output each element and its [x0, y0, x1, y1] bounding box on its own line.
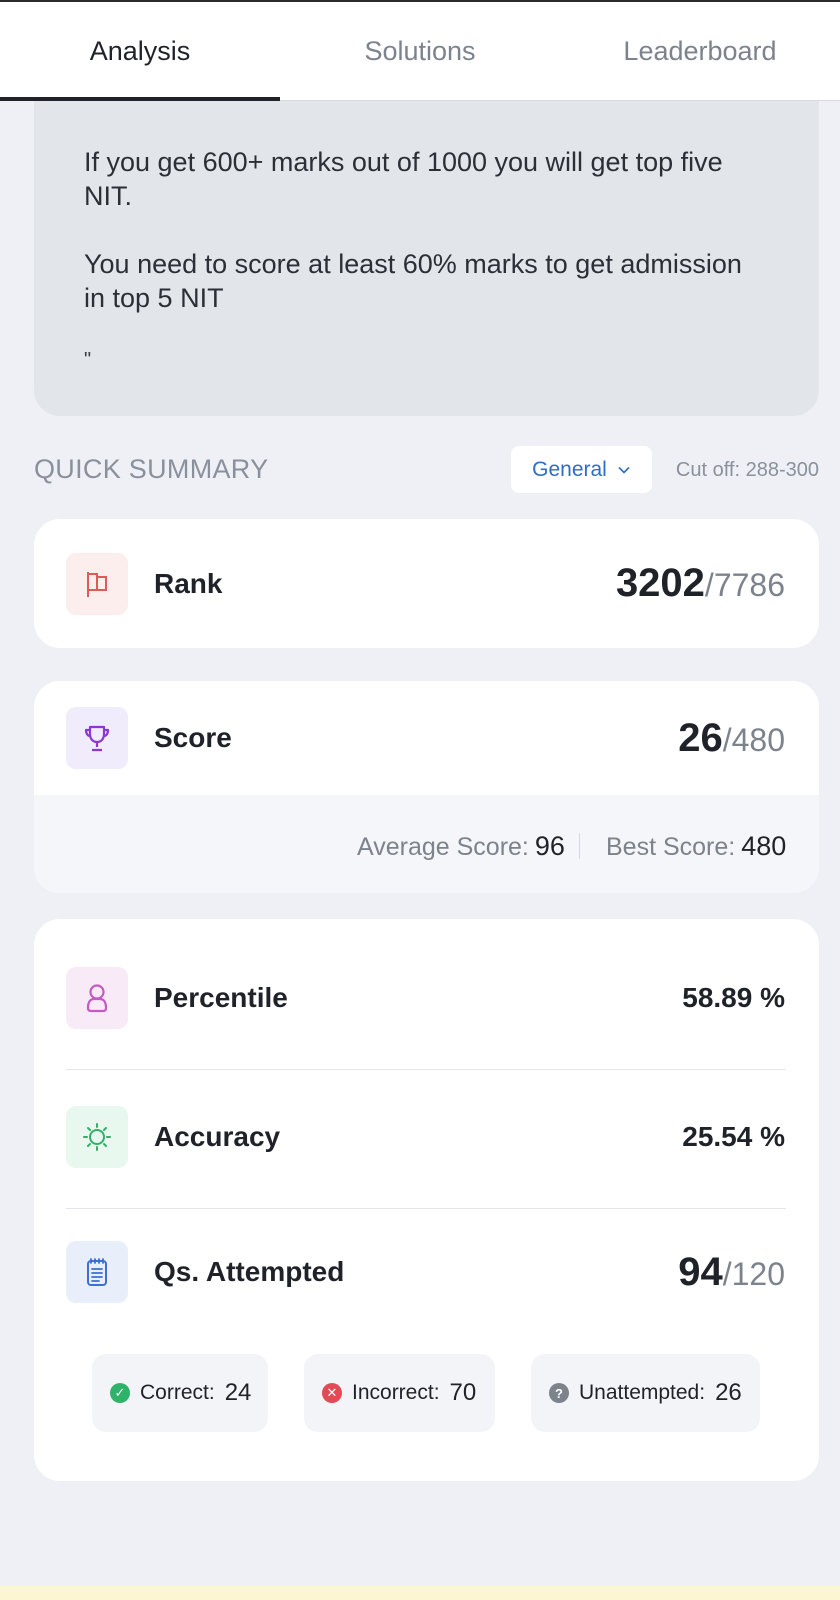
sun-icon — [66, 1106, 128, 1168]
tab-analysis[interactable]: Analysis — [0, 2, 280, 101]
divider — [66, 1208, 786, 1209]
summary-header: QUICK SUMMARY General Cut off: 288-300 — [34, 446, 819, 494]
category-dropdown[interactable]: General — [511, 446, 652, 493]
incorrect-value: 70 — [449, 1379, 477, 1406]
accuracy-label: Accuracy — [154, 1121, 281, 1152]
attempted-value: 94/120 — [678, 1249, 785, 1294]
best-score: Best Score: 480 — [606, 831, 787, 861]
summary-title: QUICK SUMMARY — [34, 454, 269, 484]
correct-label: Correct: — [140, 1381, 215, 1404]
score-card: Score 26/480 Average Score: 96 Best Score… — [34, 681, 819, 893]
score-value: 26/480 — [678, 715, 785, 760]
note-line-2: You need to score at least 60% marks to … — [84, 249, 742, 313]
rank-value: 3202/7786 — [615, 561, 785, 605]
trophy-icon — [66, 707, 128, 769]
chevron-down-icon — [618, 466, 630, 474]
category-value: General — [532, 457, 607, 481]
unattempted-value: 26 — [715, 1379, 742, 1406]
question-icon: ? — [549, 1383, 569, 1403]
tab-leaderboard[interactable]: Leaderboard — [560, 2, 840, 100]
check-icon: ✓ — [110, 1383, 130, 1403]
percentile-label: Percentile — [154, 982, 288, 1013]
cutoff-text: Cut off: 288-300 — [675, 459, 819, 481]
user-icon — [66, 967, 128, 1029]
average-score: Average Score: 96 — [357, 831, 565, 861]
bottom-strip — [0, 1586, 840, 1600]
cross-icon: ✕ — [322, 1383, 342, 1403]
tab-solutions[interactable]: Solutions — [280, 2, 560, 100]
flag-icon — [66, 552, 128, 615]
note-line-1: If you get 600+ marks out of 1000 you wi… — [84, 147, 723, 211]
attempted-row: Qs. Attempted 94/120 — [34, 1241, 819, 1303]
note-quote: " — [84, 349, 92, 371]
rank-card: Rank 3202/7786 — [34, 519, 819, 648]
correct-value: 24 — [224, 1379, 252, 1406]
incorrect-pill: ✕ Incorrect: 70 — [304, 1354, 495, 1432]
incorrect-label: Incorrect: — [352, 1381, 440, 1404]
accuracy-value: 25.54 % — [682, 1121, 785, 1152]
unattempted-pill: ? Unattempted: 26 — [531, 1354, 760, 1432]
accuracy-row: Accuracy 25.54 % — [34, 1106, 819, 1168]
score-label: Score — [154, 722, 232, 753]
divider — [66, 1069, 786, 1070]
percentile-value: 58.89 % — [682, 982, 785, 1013]
correct-pill: ✓ Correct: 24 — [92, 1354, 268, 1432]
unattempted-label: Unattempted: — [579, 1381, 706, 1404]
attempted-label: Qs. Attempted — [154, 1256, 345, 1287]
info-note: If you get 600+ marks out of 1000 you wi… — [34, 101, 819, 416]
stats-divider — [579, 833, 580, 859]
clipboard-icon — [66, 1241, 128, 1303]
rank-label: Rank — [154, 567, 223, 599]
score-stats: Average Score: 96 Best Score: 480 — [34, 795, 819, 893]
percentile-row: Percentile 58.89 % — [34, 967, 819, 1029]
tab-bar: Analysis Solutions Leaderboard — [0, 0, 840, 101]
